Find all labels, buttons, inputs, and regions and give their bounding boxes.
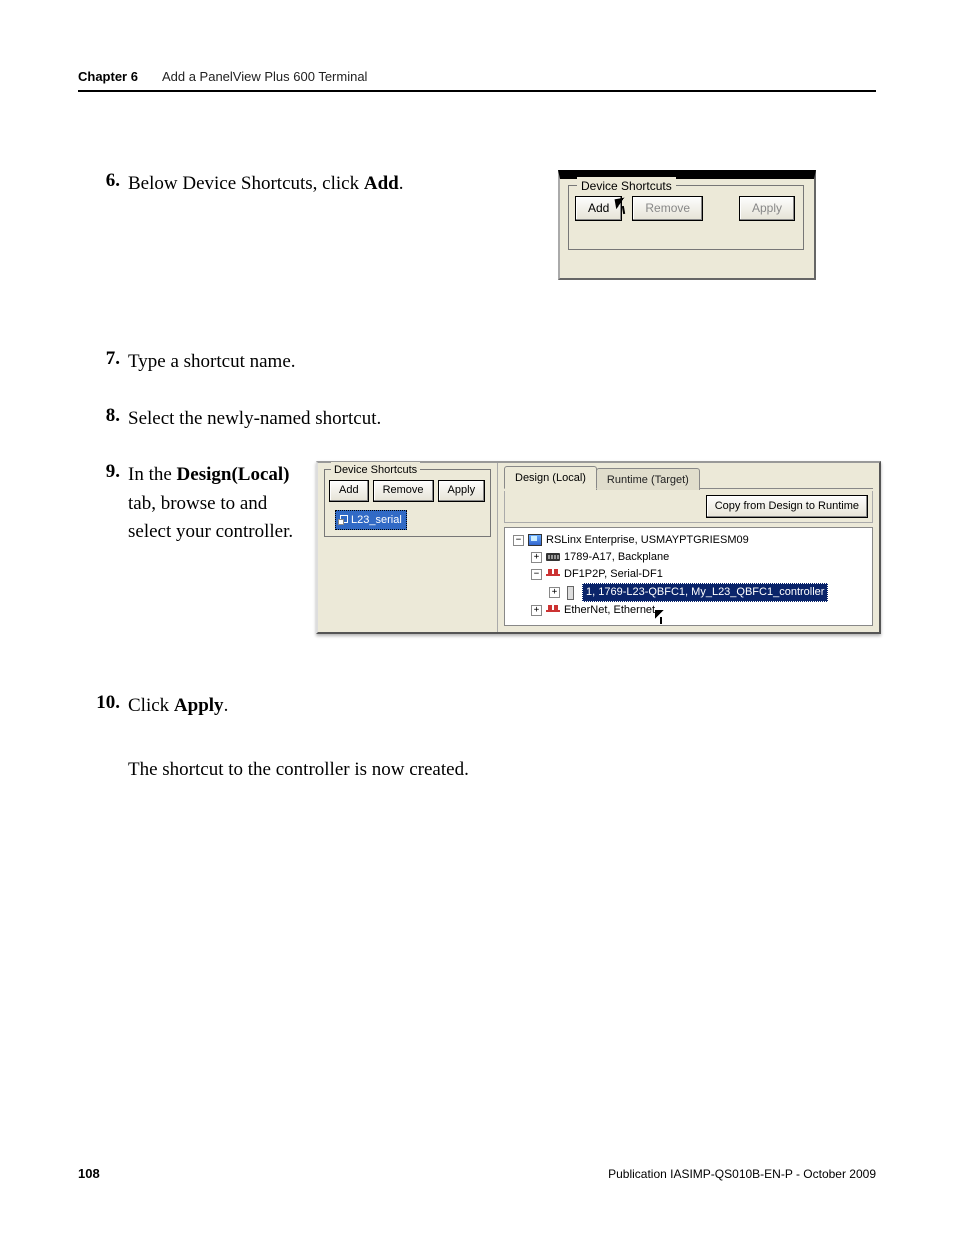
copy-design-to-runtime-button[interactable]: Copy from Design to Runtime [706,495,868,518]
step-8-text: Select the newly-named shortcut. [128,405,876,434]
shortcut-list-item[interactable]: L23_serial [335,510,407,531]
text: Below Device Shortcuts, click [128,173,364,194]
step-number: 10. [78,692,128,721]
device-shortcuts-fieldset-2: Device Shortcuts Add Remove Apply L23_se… [324,469,491,537]
tree-root[interactable]: − RSLinx Enterprise, USMAYPTGRIESM09 [507,532,870,549]
tree-node-ethernet[interactable]: + EtherNet, Ethernet [507,602,870,619]
tab-runtime-target[interactable]: Runtime (Target) [596,468,700,491]
tree-label: 1789-A17, Backplane [564,549,669,566]
tab-strip: Design (Local) Runtime (Target) [504,467,873,489]
collapse-icon[interactable]: − [531,569,542,580]
step-7: 7. Type a shortcut name. [78,348,876,377]
expand-icon[interactable]: + [531,605,542,616]
controller-icon [564,586,578,598]
page-footer: 108 Publication IASIMP-QS010B-EN-P - Oct… [78,1166,876,1181]
step-9: 9. In the Design(Local) tab, browse to a… [78,461,876,634]
apply-button[interactable]: Apply [739,196,795,221]
bold-text: Add [364,173,399,194]
tree-label: EtherNet, Ethernet [564,602,655,619]
tree-node-serial[interactable]: − DF1P2P, Serial-DF1 [507,566,870,583]
fieldset-legend: Device Shortcuts [331,462,420,479]
text: In the [128,464,177,485]
tree-label-selected: 1, 1769-L23-QBFC1, My_L23_QBFC1_controll… [582,583,828,602]
text: tab, browse to and select your controlle… [128,493,293,543]
apply-button[interactable]: Apply [438,480,486,502]
add-button[interactable]: Add [329,480,369,502]
step-8: 8. Select the newly-named shortcut. [78,405,876,434]
step-number: 6. [78,170,128,280]
network-icon [546,604,560,616]
followup-text: The shortcut to the controller is now cr… [128,756,876,785]
fieldset-legend: Device Shortcuts [577,177,676,195]
text: . [399,173,404,194]
tree-label: DF1P2P, Serial-DF1 [564,566,663,583]
text: Click [128,695,174,716]
bold-text: Design(Local) [177,464,290,485]
shortcut-icon [340,515,348,523]
remove-button[interactable]: Remove [373,480,434,502]
tree-label: RSLinx Enterprise, USMAYPTGRIESM09 [546,532,749,549]
step-10: 10. Click Apply. [78,692,876,721]
computer-icon [528,534,542,546]
step-number: 8. [78,405,128,434]
header-rule [78,90,876,92]
expand-icon[interactable]: + [531,552,542,563]
page-number: 108 [78,1166,100,1181]
step-number: 9. [78,461,128,634]
device-shortcuts-fieldset: Device Shortcuts Add Remove Apply [568,185,804,250]
chapter-title: Add a PanelView Plus 600 Terminal [162,69,367,84]
step-7-text: Type a shortcut name. [128,348,876,377]
expand-icon[interactable]: + [549,587,560,598]
step-10-text: Click Apply. [128,692,876,721]
step-6: 6. Below Device Shortcuts, click Add. De… [78,170,876,280]
chapter-label: Chapter 6 [78,69,138,84]
comm-setup-panel: Device Shortcuts Add Remove Apply L23_se… [316,461,881,634]
text: . [224,695,229,716]
step-6-text: Below Device Shortcuts, click Add. [128,170,528,199]
tree-node-backplane[interactable]: + 1789-A17, Backplane [507,549,870,566]
bold-text: Apply [174,695,224,716]
tab-design-local[interactable]: Design (Local) [504,466,597,490]
step-number: 7. [78,348,128,377]
remove-button[interactable]: Remove [632,196,703,221]
publication-info: Publication IASIMP-QS010B-EN-P - October… [608,1167,876,1181]
network-icon [546,568,560,580]
shortcut-name: L23_serial [351,514,402,526]
backplane-icon [546,551,560,563]
step-9-text: In the Design(Local) tab, browse to and … [128,461,298,547]
tree-node-controller-selected[interactable]: + 1, 1769-L23-QBFC1, My_L23_QBFC1_contro… [507,583,870,602]
collapse-icon[interactable]: − [513,535,524,546]
device-shortcuts-panel: Device Shortcuts Add Remove Apply [558,170,816,280]
device-tree[interactable]: − RSLinx Enterprise, USMAYPTGRIESM09 + 1… [504,527,873,626]
